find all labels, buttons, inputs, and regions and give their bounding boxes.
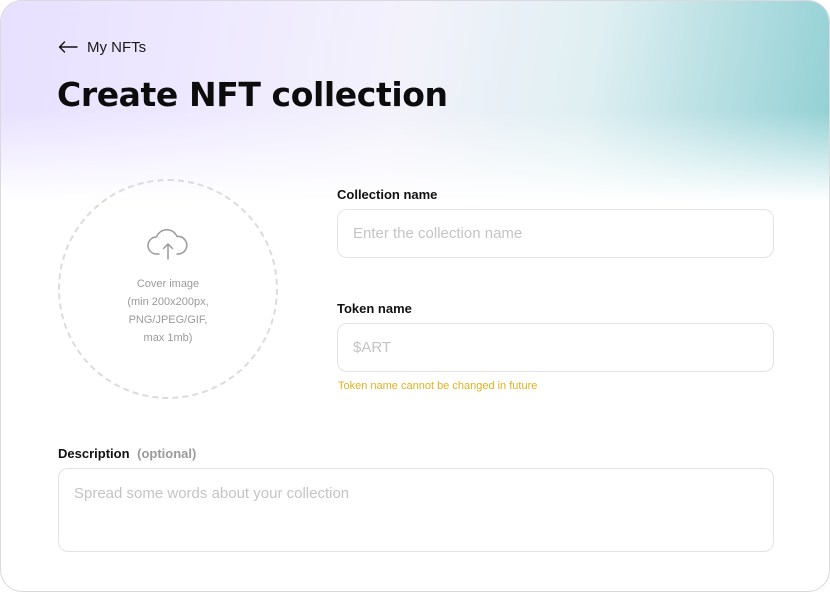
back-link-label: My NFTs [87,38,147,56]
cloud-upload-icon [147,229,188,260]
token-name-hint: Token name cannot be changed in future [338,380,538,392]
arrow-left-icon [58,41,78,53]
cover-text-line: max 1mb) [143,332,193,344]
token-name-label: Token name [337,301,412,316]
collection-name-label: Collection name [337,187,438,202]
cover-image-upload[interactable]: Cover image (min 200x200px, PNG/JPEG/GIF… [58,179,278,399]
back-to-my-nfts-link[interactable]: My NFTs [58,37,146,57]
cover-text-line: PNG/JPEG/GIF, [128,314,208,326]
description-textarea[interactable] [58,468,774,552]
cover-image-requirements: Cover image (min 200x200px, PNG/JPEG/GIF… [127,275,208,347]
collection-name-input[interactable] [337,209,774,258]
create-collection-card: My NFTs Create NFT collection Cover imag… [0,0,830,592]
description-label-row: Description (optional) [58,446,196,461]
description-label: Description [58,446,130,461]
page-title: Create NFT collection [57,75,448,114]
cover-text-line: Cover image [136,278,200,290]
cover-text-line: (min 200x200px, [127,296,209,308]
token-name-input[interactable] [337,323,774,372]
optional-tag: (optional) [137,446,197,461]
